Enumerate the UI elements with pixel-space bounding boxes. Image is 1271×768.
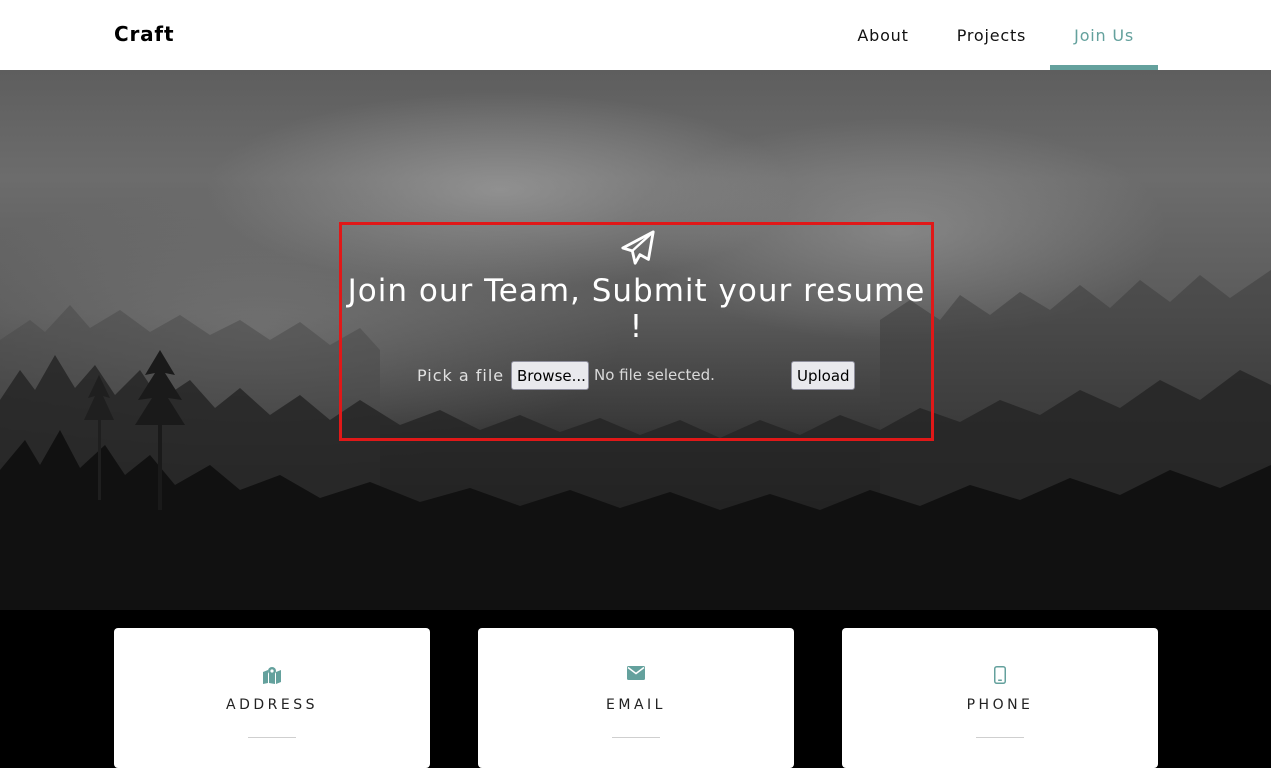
- phone-label: PHONE: [966, 697, 1034, 713]
- nav-link-projects[interactable]: Projects: [933, 0, 1050, 70]
- file-status-text: No file selected.: [594, 366, 715, 384]
- cta-title: Join our Team, Submit your resume !: [347, 273, 926, 345]
- email-label: EMAIL: [606, 697, 666, 713]
- contact-card-phone: PHONE: [842, 628, 1158, 768]
- file-pick-label: Pick a file :: [417, 366, 517, 385]
- contact-card-email: EMAIL: [478, 628, 794, 768]
- map-marked-icon: [263, 667, 281, 684]
- file-upload-row: Pick a file : Browse... No file selected…: [342, 360, 937, 390]
- nav-links: About Projects Join Us: [833, 0, 1158, 70]
- resume-upload-panel: Join our Team, Submit your resume ! Pick…: [339, 222, 934, 441]
- divider: [248, 737, 296, 738]
- mobile-icon: [994, 666, 1006, 684]
- nav-link-about[interactable]: About: [833, 0, 932, 70]
- hero-section: Join our Team, Submit your resume ! Pick…: [0, 70, 1271, 610]
- browse-button[interactable]: Browse...: [511, 361, 589, 390]
- address-label: ADDRESS: [226, 697, 318, 713]
- paper-plane-icon: [621, 230, 655, 265]
- divider: [612, 737, 660, 738]
- upload-button[interactable]: Upload: [791, 361, 855, 390]
- navbar: Craft About Projects Join Us: [0, 0, 1271, 70]
- divider: [976, 737, 1024, 738]
- contact-card-address: ADDRESS: [114, 628, 430, 768]
- brand-logo[interactable]: Craft: [114, 22, 174, 46]
- nav-link-join-us[interactable]: Join Us: [1050, 0, 1158, 70]
- envelope-icon: [627, 666, 645, 680]
